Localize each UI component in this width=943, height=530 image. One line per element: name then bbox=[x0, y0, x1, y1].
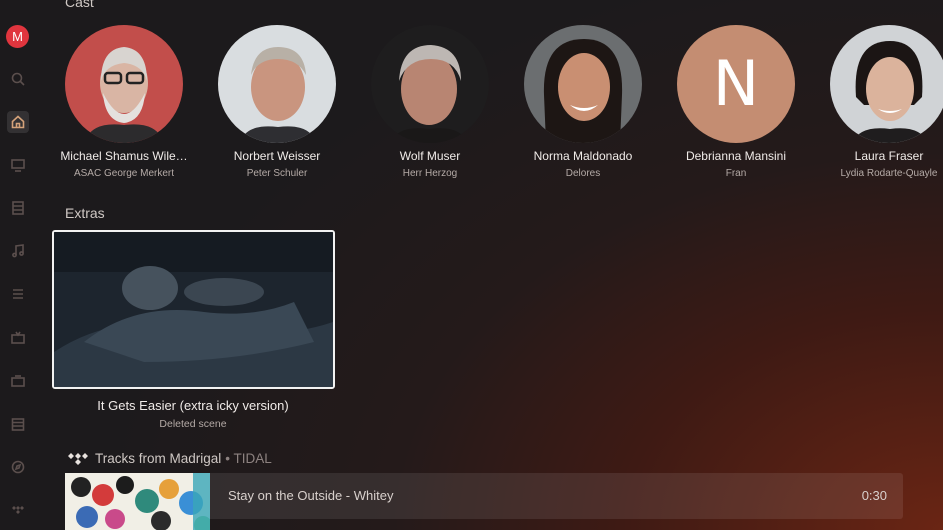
track-row[interactable]: Stay on the Outside - Whitey 0:30 bbox=[65, 473, 903, 530]
cast-card[interactable]: Michael Shamus Wile… ASAC George Merkert bbox=[49, 25, 199, 179]
cast-card[interactable]: Norma Maldonado Delores bbox=[508, 25, 658, 179]
extras-section-title: Extras bbox=[65, 205, 105, 221]
cast-name: Michael Shamus Wile… bbox=[60, 149, 188, 163]
cast-photo bbox=[830, 25, 943, 143]
cast-initial: N bbox=[712, 47, 760, 120]
cast-photo: N bbox=[677, 25, 795, 143]
track-duration: 0:30 bbox=[861, 488, 887, 503]
cast-card[interactable]: Wolf Muser Herr Herzog bbox=[355, 25, 505, 179]
extra-title: It Gets Easier (extra icky version) bbox=[97, 398, 289, 413]
track-title: Stay on the Outside - Whitey bbox=[228, 488, 394, 503]
cast-section-title: Cast bbox=[65, 0, 94, 10]
calendar-icon[interactable] bbox=[7, 413, 29, 435]
cast-photo bbox=[65, 25, 183, 143]
compass-icon[interactable] bbox=[7, 456, 29, 478]
tracks-header: Tracks from Madrigal • TIDAL bbox=[67, 451, 272, 466]
cast-card[interactable]: Norbert Weisser Peter Schuler bbox=[202, 25, 352, 179]
extra-thumbnail[interactable] bbox=[52, 230, 335, 389]
tidal-icon[interactable] bbox=[7, 499, 29, 521]
cast-role: Herr Herzog bbox=[402, 168, 458, 179]
cast-role: Fran bbox=[725, 168, 747, 179]
monitor-icon[interactable] bbox=[7, 154, 29, 176]
cast-name: Norbert Weisser bbox=[233, 149, 321, 163]
cast-photo bbox=[218, 25, 336, 143]
tracks-source: • TIDAL bbox=[225, 451, 272, 466]
cast-name: Wolf Muser bbox=[399, 149, 461, 163]
list-icon[interactable] bbox=[7, 283, 29, 305]
home-icon[interactable] bbox=[7, 111, 29, 133]
cast-card[interactable]: N Debrianna Mansini Fran bbox=[661, 25, 811, 179]
search-icon[interactable] bbox=[7, 68, 29, 90]
live-tv-icon[interactable] bbox=[7, 370, 29, 392]
tidal-logo-icon bbox=[68, 452, 88, 465]
music-icon[interactable] bbox=[7, 240, 29, 262]
album-art bbox=[65, 473, 210, 530]
cast-role: Lydia Rodarte-Quayle bbox=[840, 168, 938, 179]
extra-subtitle: Deleted scene bbox=[159, 418, 227, 430]
film-icon[interactable] bbox=[7, 197, 29, 219]
cast-role: ASAC George Merkert bbox=[73, 168, 175, 179]
cast-name: Debrianna Mansini bbox=[685, 149, 787, 163]
sidebar: M bbox=[0, 0, 36, 530]
cast-role: Delores bbox=[565, 168, 601, 179]
tv-icon[interactable] bbox=[7, 327, 29, 349]
cast-name: Norma Maldonado bbox=[533, 149, 633, 163]
cast-photo bbox=[524, 25, 642, 143]
cast-card[interactable]: Laura Fraser Lydia Rodarte-Quayle bbox=[814, 25, 943, 179]
cast-name: Laura Fraser bbox=[854, 149, 924, 163]
user-avatar[interactable]: M bbox=[6, 25, 29, 48]
cast-photo bbox=[371, 25, 489, 143]
cast-role: Peter Schuler bbox=[246, 168, 308, 179]
tracks-title: Tracks from Madrigal bbox=[95, 451, 222, 466]
